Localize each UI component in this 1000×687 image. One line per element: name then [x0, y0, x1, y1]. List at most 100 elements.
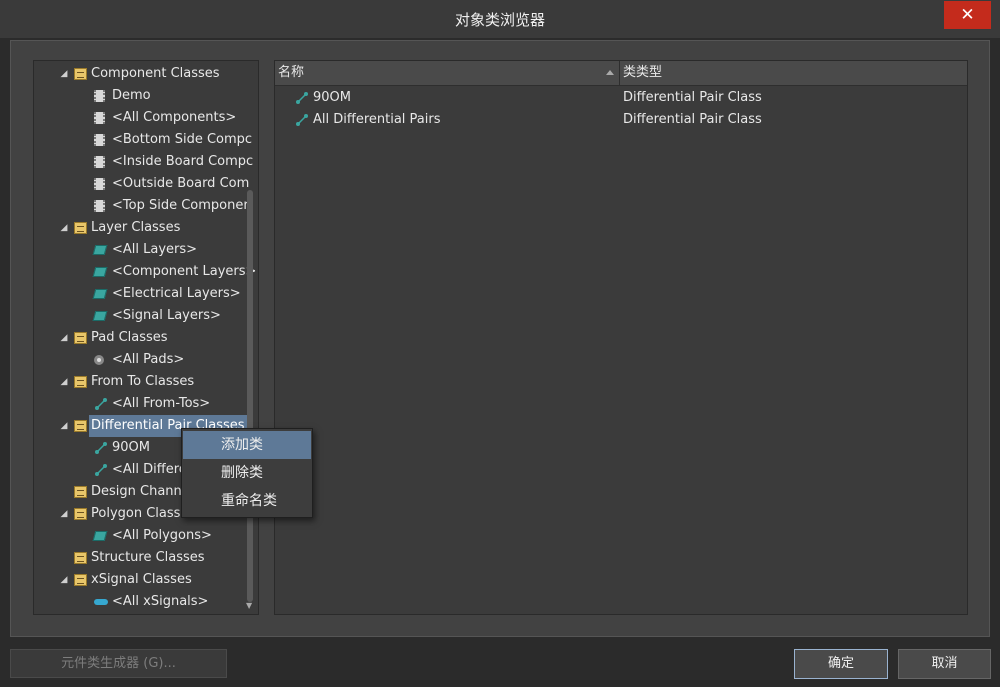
tree-item-label: <Bottom Side Compc	[112, 132, 253, 147]
diff-pair-icon	[95, 398, 107, 410]
tree-item-label: <All xSignals>	[112, 594, 209, 609]
layer-icon	[92, 267, 108, 277]
tree-item-label: Polygon Classe	[91, 506, 189, 521]
component-icon	[94, 90, 105, 102]
expand-arrow-icon[interactable]: ◢	[59, 569, 69, 591]
folder-icon	[74, 486, 87, 498]
tree-item[interactable]: ◢ Pad Classes	[34, 327, 254, 349]
tree-item-label: xSignal Classes	[91, 572, 192, 587]
tree-item-label: From To Classes	[91, 374, 195, 389]
component-icon	[94, 134, 105, 146]
folder-icon	[74, 420, 87, 432]
list-header: 名称 类类型	[275, 61, 967, 86]
tree-item[interactable]: <All Layers>	[34, 239, 254, 261]
tree-item-label: Pad Classes	[91, 330, 168, 345]
column-header-name[interactable]: 名称	[278, 61, 304, 85]
folder-icon	[74, 574, 87, 586]
menu-item-add-class[interactable]: 添加类	[183, 431, 311, 459]
expand-arrow-icon[interactable]: ◢	[59, 415, 69, 437]
tree-item-label: <Inside Board Compc	[112, 154, 254, 169]
list-row[interactable]: All Differential Pairs Differential Pair…	[275, 109, 967, 131]
tree-item-label: Component Classes	[91, 66, 220, 81]
diff-pair-icon	[296, 114, 308, 126]
tree-item[interactable]: ◢ Component Classes	[34, 63, 254, 85]
tree-item-label: <All Differe	[112, 462, 187, 477]
class-generator-button[interactable]: 元件类生成器 (G)...	[10, 649, 227, 678]
ok-button[interactable]: 确定	[794, 649, 888, 679]
layer-icon	[92, 245, 108, 255]
layer-icon	[92, 311, 108, 321]
column-header-type[interactable]: 类类型	[623, 61, 662, 85]
diff-pair-icon	[95, 464, 107, 476]
sort-ascending-icon	[606, 70, 614, 75]
expand-arrow-icon[interactable]: ◢	[59, 327, 69, 349]
diff-pair-icon	[296, 92, 308, 104]
tree-item[interactable]: <Outside Board Com	[34, 173, 254, 195]
folder-icon	[74, 552, 87, 564]
folder-icon	[74, 376, 87, 388]
tree-item[interactable]: <All Components>	[34, 107, 254, 129]
folder-icon	[74, 508, 87, 520]
cancel-button[interactable]: 取消	[898, 649, 991, 679]
pad-icon	[94, 355, 104, 365]
window-title: 对象类浏览器	[454, 11, 545, 29]
expand-arrow-icon[interactable]: ◢	[59, 63, 69, 85]
tree-item-label: <Top Side Componer	[112, 198, 249, 213]
expand-arrow-icon[interactable]: ◢	[59, 371, 69, 393]
menu-item-delete-class[interactable]: 删除类	[183, 459, 311, 487]
tree-item[interactable]: <All Polygons>	[34, 525, 254, 547]
tree-item[interactable]: ◢ Layer Classes	[34, 217, 254, 239]
class-tree[interactable]: ◢ Component Classes Demo <All Components> <B…	[33, 60, 259, 615]
expand-arrow-icon[interactable]: ◢	[59, 503, 69, 525]
tree-item[interactable]: <Top Side Componer	[34, 195, 254, 217]
tree-item-label: Structure Classes	[91, 550, 205, 565]
tree-item[interactable]: <Electrical Layers>	[34, 283, 254, 305]
tree-item-label: <All Polygons>	[112, 528, 212, 543]
tree-item[interactable]: <Bottom Side Compc	[34, 129, 254, 151]
tree-item[interactable]: Demo	[34, 85, 254, 107]
tree-item[interactable]: Structure Classes	[34, 547, 254, 569]
tree-item-label: <Outside Board Com	[112, 176, 250, 191]
tree-scrollbar[interactable]	[247, 190, 253, 602]
folder-icon	[74, 332, 87, 344]
tree-item-label: <All Pads>	[112, 352, 185, 367]
close-button[interactable]: ✕	[944, 1, 991, 29]
component-icon	[94, 112, 105, 124]
title-bar: 对象类浏览器 ✕	[0, 0, 1000, 38]
column-divider[interactable]	[619, 61, 620, 85]
context-menu: 添加类 删除类 重命名类	[181, 428, 313, 518]
xsignal-icon	[94, 599, 108, 605]
tree-item[interactable]: <All From-Tos>	[34, 393, 254, 415]
row-type: Differential Pair Class	[623, 90, 762, 105]
layer-icon	[92, 531, 108, 541]
component-icon	[94, 156, 105, 168]
tree-item[interactable]: <All Pads>	[34, 349, 254, 371]
tree-item-label: <All Components>	[112, 110, 237, 125]
tree-item[interactable]: <Signal Layers>	[34, 305, 254, 327]
tree-item[interactable]: <All xSignals>	[34, 591, 254, 613]
layer-icon	[92, 289, 108, 299]
tree-item-label: <Component Layers>	[112, 264, 257, 279]
row-name: 90OM	[313, 90, 351, 105]
menu-item-rename-class[interactable]: 重命名类	[183, 487, 311, 515]
tree-item-label: Design Channe	[91, 484, 190, 499]
row-name: All Differential Pairs	[313, 112, 441, 127]
diff-pair-icon	[95, 442, 107, 454]
tree-item-label: <Signal Layers>	[112, 308, 221, 323]
tree-item[interactable]: ◢ From To Classes	[34, 371, 254, 393]
class-list[interactable]: 名称 类类型 90OM Differential Pair Class All …	[274, 60, 968, 615]
component-icon	[94, 178, 105, 190]
tree-item-label: Layer Classes	[91, 220, 181, 235]
tree-item-label: Demo	[112, 88, 151, 103]
component-icon	[94, 200, 105, 212]
row-type: Differential Pair Class	[623, 112, 762, 127]
scroll-down-arrow-icon[interactable]: ▼	[246, 602, 254, 610]
tree-item-label: 90OM	[112, 440, 150, 455]
list-row[interactable]: 90OM Differential Pair Class	[275, 87, 967, 109]
tree-item[interactable]: ◢ xSignal Classes	[34, 569, 254, 591]
tree-item[interactable]: <Component Layers>	[34, 261, 256, 283]
tree-item[interactable]: <Inside Board Compc	[34, 151, 254, 173]
expand-arrow-icon[interactable]: ◢	[59, 217, 69, 239]
folder-icon	[74, 222, 87, 234]
folder-icon	[74, 68, 87, 80]
